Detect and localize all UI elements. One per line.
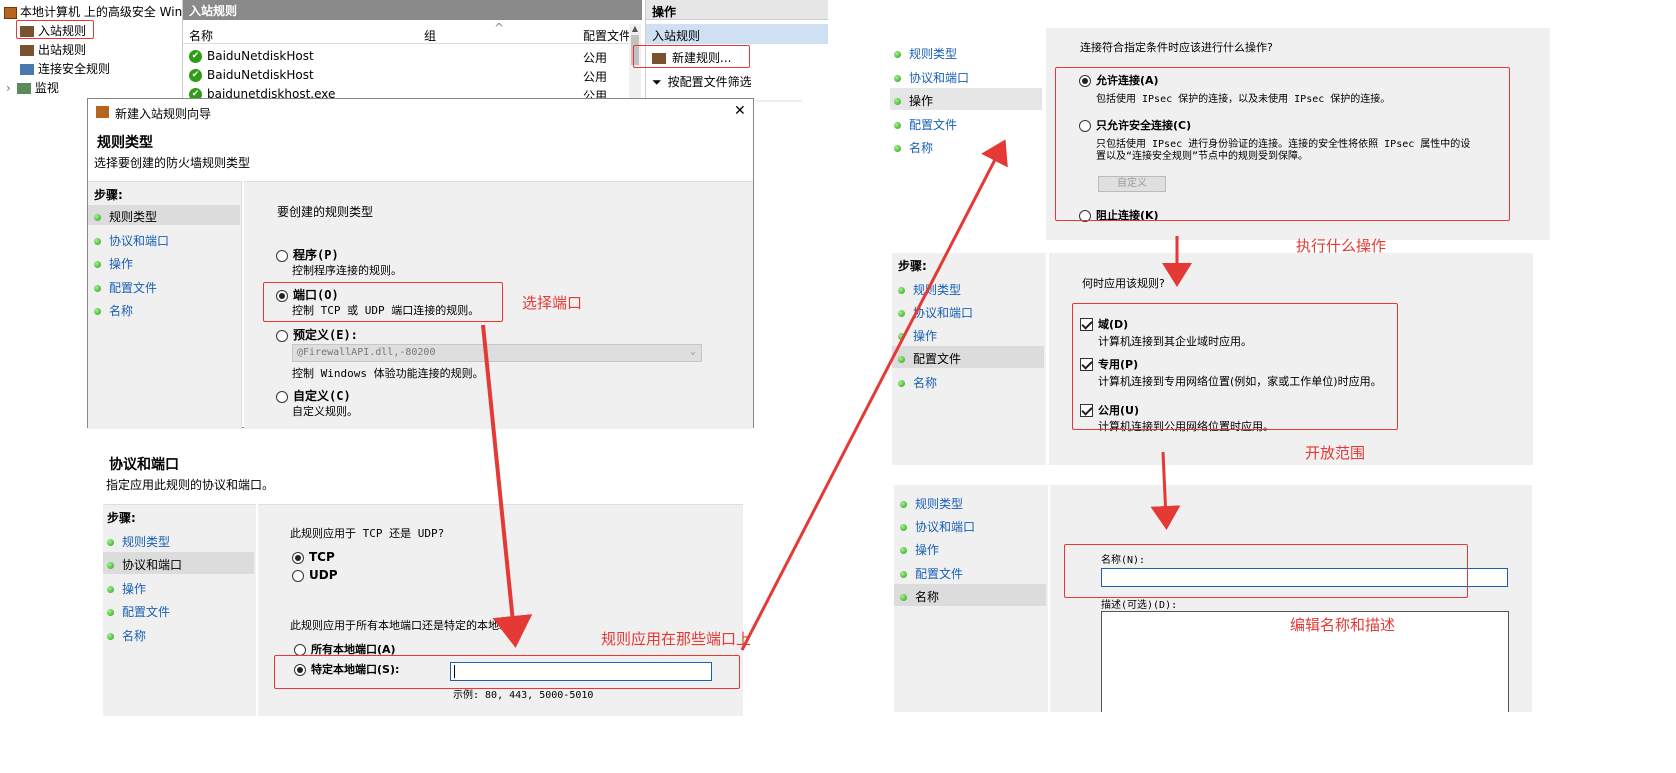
arrow-to-name xyxy=(1150,451,1181,530)
flow-arrows xyxy=(481,139,1192,651)
arrow-to-action xyxy=(740,139,1008,651)
arrow-to-protocol xyxy=(481,324,533,648)
